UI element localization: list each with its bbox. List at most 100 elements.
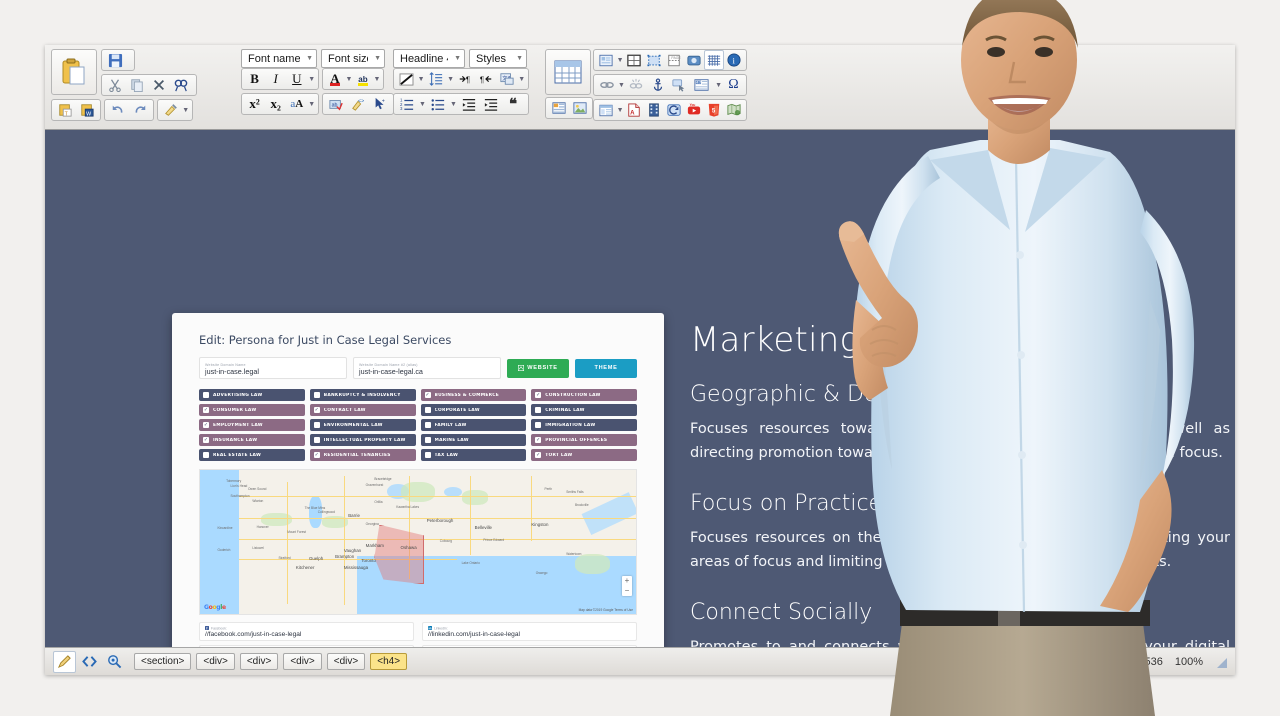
bg-color-button[interactable]: ab bbox=[353, 69, 373, 89]
embed-icon[interactable] bbox=[664, 100, 684, 120]
indent-icon[interactable] bbox=[480, 94, 502, 114]
paste-from-word-icon[interactable]: W bbox=[76, 100, 98, 120]
practice-area-checkbox[interactable]: ✓ EMPLOYMENT LAW bbox=[199, 419, 305, 431]
format-painter-caret[interactable]: ▼ bbox=[181, 100, 190, 120]
bg-color-caret[interactable]: ▼ bbox=[373, 69, 381, 89]
youtube-icon[interactable]: You bbox=[684, 100, 704, 120]
practice-area-checkbox[interactable]: ✓ INSURANCE LAW bbox=[199, 434, 305, 446]
layout-embed-caret[interactable]: ▼ bbox=[616, 100, 624, 120]
wysiwyg-mode-button[interactable] bbox=[53, 650, 76, 673]
editor-canvas[interactable]: Marketing by Target Geographic & Demogra… bbox=[45, 130, 1235, 647]
service-area-map[interactable]: + − Google Map data ©2019 Google Terms o… bbox=[199, 469, 637, 615]
underline-button[interactable]: U bbox=[286, 69, 307, 89]
html5-icon[interactable]: 5 bbox=[704, 100, 724, 120]
practice-area-checkbox[interactable]: IMMIGRATION LAW bbox=[531, 419, 637, 431]
unlink-icon[interactable] bbox=[626, 75, 647, 95]
language-icon[interactable]: 文A bbox=[497, 69, 518, 89]
bold-button[interactable]: B bbox=[244, 69, 265, 89]
theme-button[interactable]: THEME bbox=[575, 358, 637, 378]
line-height-icon[interactable] bbox=[425, 69, 446, 89]
page-break-icon[interactable]: PAGE bbox=[664, 50, 684, 70]
anchor-icon[interactable] bbox=[647, 75, 668, 95]
paste-text-icon[interactable]: T bbox=[54, 100, 76, 120]
practice-area-checkbox[interactable]: CORPORATE LAW bbox=[420, 404, 527, 416]
numbered-list-icon[interactable]: 123 bbox=[396, 94, 418, 114]
bullet-list-caret[interactable]: ▼ bbox=[449, 94, 458, 114]
ltr-icon[interactable]: ¶ bbox=[455, 69, 476, 89]
preview-mode-button[interactable] bbox=[103, 651, 126, 673]
redo-icon[interactable] bbox=[129, 100, 151, 120]
about-icon[interactable]: i bbox=[724, 50, 744, 70]
grid-icon[interactable] bbox=[704, 50, 724, 70]
text-color-button[interactable]: A bbox=[325, 69, 345, 89]
more-styles-caret[interactable]: ▼ bbox=[307, 69, 316, 89]
bullet-list-icon[interactable] bbox=[427, 94, 449, 114]
element-path-tag[interactable]: <div> bbox=[239, 653, 279, 670]
practice-area-checkbox[interactable]: TAX LAW bbox=[420, 449, 527, 461]
practice-area-checkbox[interactable]: ✓ TORT LAW bbox=[531, 449, 637, 461]
practice-area-checkbox[interactable]: ✓ RESIDENTIAL TENANCIES bbox=[309, 449, 416, 461]
form-caret[interactable]: ▼ bbox=[714, 75, 723, 95]
practice-area-checkbox[interactable]: FAMILY LAW bbox=[420, 419, 527, 431]
div-container-icon[interactable] bbox=[596, 50, 616, 70]
domain-alias-input[interactable]: Website Domain Name #2 (alias) just-in-c… bbox=[353, 357, 501, 379]
form-icon[interactable]: 4 7 bbox=[689, 75, 714, 95]
map-zoom-in[interactable]: + bbox=[622, 576, 632, 586]
practice-area-checkbox[interactable]: INTELLECTUAL PROPERTY LAW bbox=[309, 434, 416, 446]
change-case-caret[interactable]: ▼ bbox=[307, 94, 316, 114]
website-button[interactable]: WEBSITE bbox=[507, 358, 569, 378]
template-icon[interactable] bbox=[548, 98, 569, 118]
linkedin-input[interactable]: LinkedIn: //linkedin.com/just-in-case-le… bbox=[422, 622, 637, 641]
flash-icon[interactable] bbox=[684, 50, 704, 70]
styles-select[interactable]: Styles ▼ bbox=[469, 49, 527, 68]
font-size-select[interactable]: Font size▼ bbox=[321, 49, 385, 68]
iframe-icon[interactable] bbox=[644, 50, 664, 70]
element-path-tag[interactable]: <h4> bbox=[370, 653, 408, 670]
remove-format-icon[interactable] bbox=[148, 75, 170, 95]
clean-source-icon[interactable]: <> bbox=[347, 94, 369, 114]
practice-area-checkbox[interactable]: ✓ CONSTRUCTION LAW bbox=[531, 389, 637, 401]
paste-button[interactable] bbox=[51, 49, 97, 95]
practice-area-checkbox[interactable]: ✓ CONSUMER LAW bbox=[199, 404, 305, 416]
line-style-icon[interactable] bbox=[396, 69, 417, 89]
rtl-icon[interactable]: ¶ bbox=[476, 69, 497, 89]
select-cursor-icon[interactable]: + bbox=[369, 94, 391, 114]
language-caret[interactable]: ▼ bbox=[517, 69, 526, 89]
pdf-icon[interactable]: A bbox=[624, 100, 644, 120]
div-caret[interactable]: ▼ bbox=[616, 50, 624, 70]
domain-input[interactable]: Website Domain Name just-in-case.legal bbox=[199, 357, 347, 379]
spell-check-icon[interactable]: ab bbox=[325, 94, 347, 114]
source-mode-button[interactable] bbox=[78, 651, 101, 673]
practice-area-checkbox[interactable]: ENVIRONMENTAL LAW bbox=[309, 419, 416, 431]
superscript-button[interactable]: x² bbox=[244, 94, 265, 114]
layout-embed-icon[interactable] bbox=[596, 100, 616, 120]
practice-area-checkbox[interactable]: BANKRUPTCY & INSOLVENCY bbox=[309, 389, 416, 401]
map-zoom-controls[interactable]: + − bbox=[622, 576, 632, 596]
button-insert-icon[interactable] bbox=[668, 75, 689, 95]
cut-icon[interactable] bbox=[104, 75, 126, 95]
line-style-caret[interactable]: ▼ bbox=[417, 69, 426, 89]
element-path-tag[interactable]: <div> bbox=[326, 653, 366, 670]
practice-area-checkbox[interactable]: MARINE LAW bbox=[420, 434, 527, 446]
change-case-button[interactable]: aA bbox=[286, 94, 307, 114]
practice-area-checkbox[interactable]: ✓ PROVINCIAL OFFENCES bbox=[531, 434, 637, 446]
map-embed-icon[interactable] bbox=[724, 100, 744, 120]
facebook-input[interactable]: Facebook: //facebook.com/just-in-case-le… bbox=[199, 622, 414, 641]
copy-icon[interactable] bbox=[126, 75, 148, 95]
subscript-button[interactable]: x₂ bbox=[265, 94, 286, 114]
image-icon[interactable] bbox=[569, 98, 590, 118]
element-path-tag[interactable]: <div> bbox=[283, 653, 322, 670]
practice-area-checkbox[interactable]: CRIMINAL LAW bbox=[531, 404, 637, 416]
video-icon[interactable] bbox=[644, 100, 664, 120]
border-icon[interactable] bbox=[624, 50, 644, 70]
outdent-icon[interactable] bbox=[458, 94, 480, 114]
practice-area-checkbox[interactable]: REAL ESTATE LAW bbox=[199, 449, 305, 461]
font-name-select[interactable]: Font name ▼ bbox=[241, 49, 317, 68]
practice-area-checkbox[interactable]: ✓ BUSINESS & COMMERCE bbox=[420, 389, 527, 401]
blockquote-icon[interactable]: ❝ bbox=[502, 94, 524, 114]
text-color-caret[interactable]: ▼ bbox=[345, 69, 353, 89]
special-char-icon[interactable]: Ω bbox=[723, 75, 744, 95]
link-icon[interactable] bbox=[596, 75, 617, 95]
numbered-list-caret[interactable]: ▼ bbox=[418, 94, 427, 114]
element-path-tag[interactable]: <div> bbox=[196, 653, 235, 670]
